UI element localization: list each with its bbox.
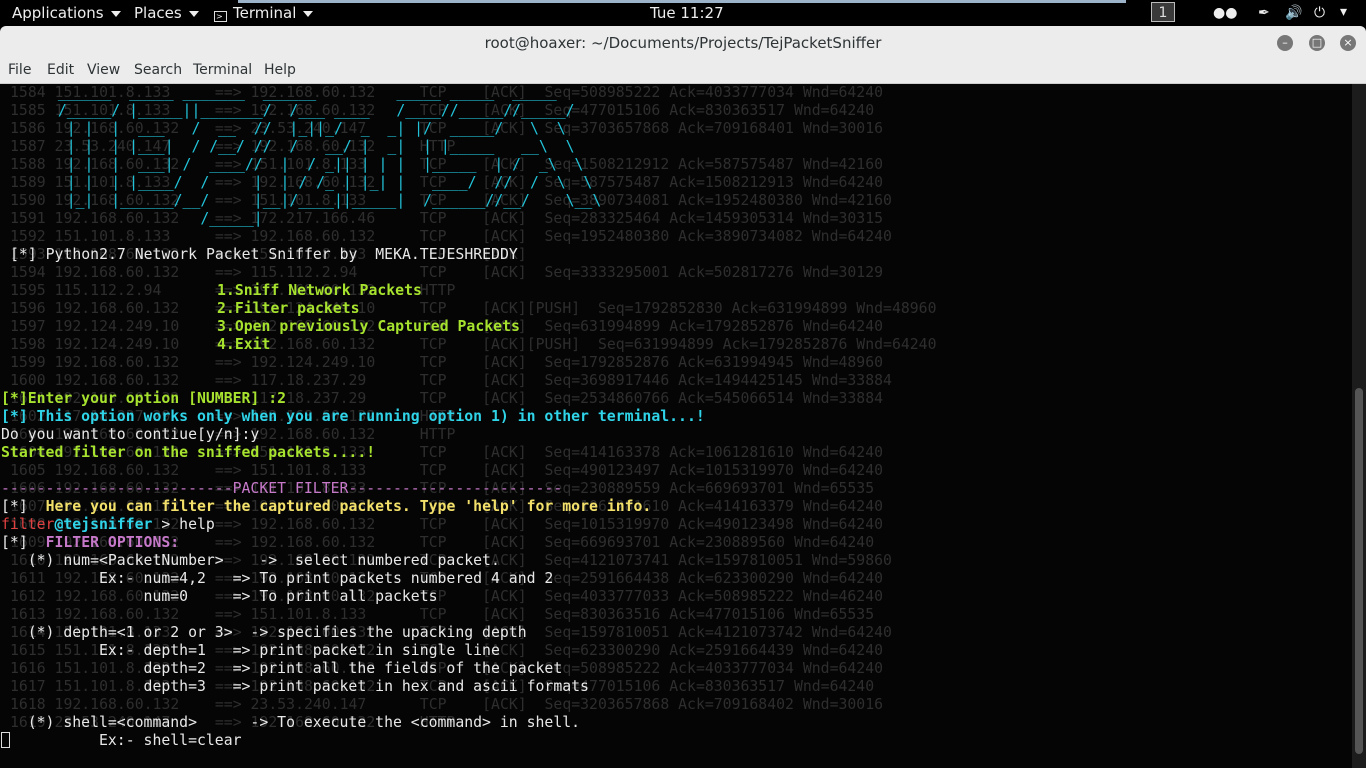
packet-log-row: 1613 192.168.60.132 ==> 151.101.8.133 TC… [10,606,875,623]
menu-option-1: 1.Sniff Network Packets [217,282,422,299]
info-prefix: [*] [1,498,28,515]
info-text: Here you can filter the captured packets… [45,498,652,515]
options-prefix: [*] [1,534,28,551]
window-titlebar[interactable]: root@hoaxer: ~/Documents/Projects/TejPac… [0,26,1366,59]
chevron-down-icon[interactable]: ▾ [1340,4,1347,20]
banner-line: [*] Python2.7 Network Packet Sniffer by … [10,246,518,263]
window-title: root@hoaxer: ~/Documents/Projects/TejPac… [484,34,882,52]
help-line: (*) depth=<1 or 2 or 3> -> specifies the… [1,624,527,641]
ascii-banner-line: /_____/ |_____||_______/ /___ ____ /____… [40,102,575,119]
power-icon[interactable]: ⏻ [1314,5,1325,21]
pen-icon[interactable]: ✒ [1258,5,1270,21]
menu-edit[interactable]: Edit [47,62,74,78]
info-line: [*] Here you can filter the captured pac… [1,498,651,516]
started-filter-line: Started filter on the sniffed packets...… [1,444,376,461]
scrollbar-thumb[interactable] [1355,388,1363,754]
packet-log-row: 1598 192.124.249.10 ==> 192.168.60.132 T… [10,336,937,353]
continue-prompt-line: Do you want to contiue[y/n]:y [1,426,260,443]
terminal-app-label: Terminal [233,4,297,22]
places-menu[interactable]: Places [134,4,199,22]
help-line: depth=3 => print packet in hex and ascii… [1,678,589,695]
menu-search[interactable]: Search [134,62,182,78]
terminal-scrollbar[interactable] [1352,84,1366,768]
enter-option-line: [*]Enter your option [NUMBER] :2 [1,390,287,407]
help-line: depth=2 => print all the fields of the p… [1,660,563,677]
options-title: FILTER OPTIONS: [45,534,180,551]
close-button[interactable]: × [1340,35,1356,51]
packet-log-row: 1596 192.168.60.132 ==> 192.124.249.10 T… [10,300,937,317]
panel-progress-bar [238,0,1126,3]
help-line: Ex:- depth=1 => print packet in single l… [1,642,500,659]
packet-log-row: 1599 192.168.60.132 ==> 192.124.249.10 T… [10,354,884,371]
maximize-button[interactable]: □ [1309,35,1325,51]
menu-option-3: 3.Open previously Captured Packets [217,318,520,335]
menu-view[interactable]: View [87,62,120,78]
menu-help[interactable]: Help [264,62,296,78]
ascii-banner-line: | | | |____/ / | | / /_ | |_| | ____/ //… [40,174,593,191]
menu-option-4: 4.Exit [217,336,271,353]
menu-terminal[interactable]: Terminal [193,62,252,78]
places-label: Places [134,4,182,22]
help-line: (*) num=<PacketNumber> -> select numbere… [1,552,500,569]
chevron-down-icon [303,10,314,17]
menubar: File Edit View Search Terminal Help [0,59,1366,84]
packet-log-row: 1594 192.168.60.132 ==> 115.112.2.94 TCP… [10,264,884,281]
filter-options-header: [*] FILTER OPTIONS: [1,534,179,552]
packet-log-row: 1592 151.101.8.133 ==> 192.168.60.132 TC… [10,228,892,245]
help-line: Ex:- num=4,2 => To print packets numbere… [1,570,554,587]
prompt-command: > help [152,516,215,533]
top-panel: Applications Places > Terminal Tue 11:27 … [0,0,1366,26]
packet-log-row: 1618 192.168.60.132 ==> 23.53.240.147 TC… [10,696,884,713]
help-line: (*) shell=<command> -> To execute the <c… [1,714,581,731]
applications-label: Applications [12,4,104,22]
option-warning-line: [*] This option works only when you are … [1,408,705,425]
terminal-icon: > [214,11,227,22]
filter-prompt-line: filter@tejsniffer > help [1,516,215,534]
chevron-down-icon [188,10,199,17]
terminal-cursor [1,732,10,748]
workspace-indicator[interactable]: 1 [1151,2,1175,22]
cursor-line[interactable] [1,732,10,750]
applications-menu[interactable]: Applications [12,4,121,22]
minimize-button[interactable]: – [1277,35,1293,51]
ascii-banner-line: /_____| [40,210,263,227]
menu-file[interactable]: File [8,62,31,78]
terminal-app-menu[interactable]: > Terminal [214,4,314,22]
ascii-banner-line: | | | ___| / ____// | / _|| | | | |_____… [40,156,584,173]
menu-option-2: 2.Filter packets [217,300,360,317]
ascii-banner-line: | | | |___| / /__/ // / __/ | _| | |____… [40,138,575,155]
video-icon[interactable]: ●● [1213,5,1237,21]
ascii-banner-line: | | | ___ / __ // |_||_/ _ _| |/ _____/ … [40,120,566,137]
ascii-banner-line: ______ _____ _______ ______ _____ _____ … [40,84,557,101]
ascii-banner-line: |_| |______/__/ |__|/____||_____| /_____… [40,192,602,209]
help-line: num=0 => To print all packets [1,588,438,605]
clock[interactable]: Tue 11:27 [650,4,724,22]
chevron-down-icon [110,10,121,17]
terminal-output[interactable]: 1584 151.101.8.133 ==> 192.168.60.132 TC… [0,84,1352,768]
help-line: Ex:- shell=clear [1,732,242,749]
packet-filter-banner: --------------------------PACKET FILTER-… [1,480,563,497]
packet-log-row: 1600 192.168.60.132 ==> 117.18.237.29 TC… [10,372,892,389]
volume-icon[interactable]: 🔊 [1285,5,1302,21]
packet-log-row: 1605 192.168.60.132 ==> 151.101.8.133 TC… [10,462,884,479]
prompt-user: filter [1,516,55,533]
prompt-host: @tejsniffer [54,516,153,533]
